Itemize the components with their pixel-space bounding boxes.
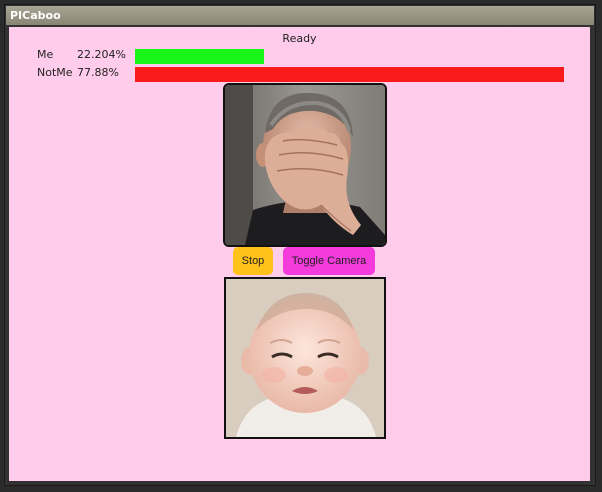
score-row-notme: NotMe 77.88%: [9, 65, 590, 82]
baby-face-photo: [226, 279, 384, 437]
score-bar-notme-fill: [135, 67, 564, 82]
toggle-camera-button[interactable]: Toggle Camera: [283, 247, 375, 275]
app-window: PICaboo Ready Me 22.204% NotMe 77.88% St…: [4, 4, 596, 486]
man-covering-face-photo: [225, 85, 385, 245]
score-bar-me-fill: [135, 49, 264, 64]
score-label-me: Me: [37, 48, 54, 61]
score-bar-notme: [135, 67, 564, 82]
status-label: Ready: [282, 32, 317, 45]
score-row-me: Me 22.204%: [9, 47, 590, 64]
score-percent-notme: 77.88%: [77, 66, 119, 79]
score-percent-me: 22.204%: [77, 48, 126, 61]
score-label-notme: NotMe: [37, 66, 73, 79]
stop-button[interactable]: Stop: [233, 247, 273, 275]
score-bar-me: [135, 49, 564, 64]
camera-image: [223, 83, 387, 247]
window-title: PICaboo: [6, 6, 594, 25]
reference-image: [224, 277, 386, 439]
main-panel: Ready Me 22.204% NotMe 77.88% Stop Toggl…: [9, 27, 590, 481]
